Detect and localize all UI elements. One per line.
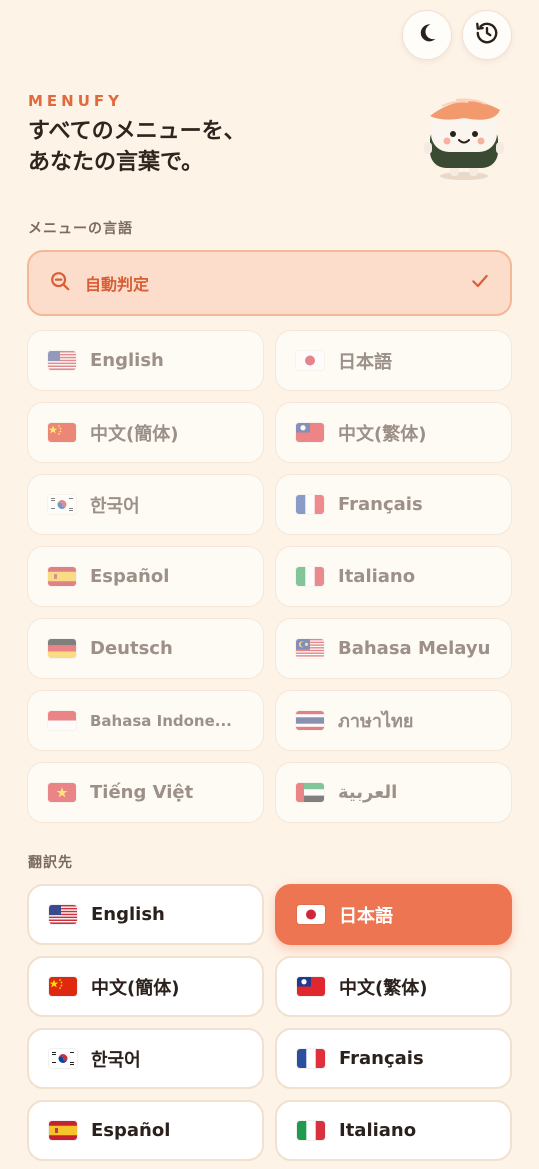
cn-flag-icon bbox=[48, 423, 76, 442]
language-label: Español bbox=[91, 1120, 171, 1141]
es-flag-icon bbox=[48, 567, 76, 586]
th-flag-icon bbox=[296, 711, 324, 730]
language-label: 日本語 bbox=[339, 905, 393, 927]
language-option-it[interactable]: Italiano bbox=[275, 546, 512, 607]
cn-flag-icon bbox=[49, 977, 77, 996]
language-option-jp[interactable]: 日本語 bbox=[275, 884, 512, 945]
headline-line-2: あなたの言葉で。 bbox=[28, 150, 204, 175]
search-icon bbox=[49, 270, 71, 296]
auto-detect-label: 自動判定 bbox=[85, 275, 150, 294]
language-label: Français bbox=[339, 1048, 424, 1069]
kr-flag-icon bbox=[49, 1049, 77, 1068]
language-option-es[interactable]: Español bbox=[27, 1100, 264, 1161]
history-button[interactable] bbox=[462, 10, 512, 60]
check-icon bbox=[470, 271, 490, 295]
language-label: Español bbox=[90, 566, 170, 587]
language-label: Français bbox=[338, 494, 423, 515]
language-label: Tiếng Việt bbox=[90, 782, 194, 803]
language-label: English bbox=[90, 350, 164, 371]
language-label: English bbox=[91, 904, 165, 925]
language-option-de[interactable]: Deutsch bbox=[27, 618, 264, 679]
language-label: Bahasa Indone... bbox=[90, 711, 232, 730]
language-option-ae[interactable]: العربية bbox=[275, 762, 512, 823]
language-label: 中文(繁体) bbox=[338, 423, 427, 445]
language-option-fr[interactable]: Français bbox=[275, 474, 512, 535]
sushi-mascot-image bbox=[416, 88, 512, 184]
language-label: العربية bbox=[338, 782, 398, 803]
brand-name: MENUFY bbox=[28, 92, 124, 110]
language-label: 한국어 bbox=[91, 1049, 141, 1071]
language-option-kr[interactable]: 한국어 bbox=[27, 1028, 264, 1089]
kr-flag-icon bbox=[48, 495, 76, 514]
language-label: Deutsch bbox=[90, 638, 173, 659]
jp-flag-icon bbox=[296, 351, 324, 370]
source-language-grid: English 日本語中文(簡体) 中文(繁体) 한국어 Français Español… bbox=[27, 330, 512, 823]
language-option-es[interactable]: Español bbox=[27, 546, 264, 607]
top-actions bbox=[402, 10, 512, 60]
it-flag-icon bbox=[297, 1121, 325, 1140]
language-option-th[interactable]: ภาษาไทย bbox=[275, 690, 512, 751]
my-flag-icon bbox=[296, 639, 324, 658]
language-option-jp[interactable]: 日本語 bbox=[275, 330, 512, 391]
us-flag-icon bbox=[48, 351, 76, 370]
language-option-it[interactable]: Italiano bbox=[275, 1100, 512, 1161]
language-option-fr[interactable]: Français bbox=[275, 1028, 512, 1089]
language-option-tw[interactable]: 中文(繁体) bbox=[275, 956, 512, 1017]
language-option-tw[interactable]: 中文(繁体) bbox=[275, 402, 512, 463]
language-label: 한국어 bbox=[90, 495, 140, 517]
language-option-kr[interactable]: 한국어 bbox=[27, 474, 264, 535]
moon-icon bbox=[415, 21, 439, 49]
language-option-my[interactable]: Bahasa Melayu bbox=[275, 618, 512, 679]
fr-flag-icon bbox=[297, 1049, 325, 1068]
de-flag-icon bbox=[48, 639, 76, 658]
language-label: Italiano bbox=[339, 1120, 417, 1141]
language-option-cn[interactable]: 中文(簡体) bbox=[27, 956, 264, 1017]
id-flag-icon bbox=[48, 711, 76, 730]
tw-flag-icon bbox=[296, 423, 324, 442]
headline: すべてのメニューを、 あなたの言葉で。 bbox=[28, 116, 246, 178]
source-language-heading: メニューの言語 bbox=[28, 221, 133, 237]
target-language-grid: English 日本語中文(簡体) 中文(繁体) 한국어 Français Español… bbox=[27, 884, 512, 1161]
language-label: 中文(繁体) bbox=[339, 977, 428, 999]
history-icon bbox=[474, 20, 500, 50]
es-flag-icon bbox=[49, 1121, 77, 1140]
theme-toggle-button[interactable] bbox=[402, 10, 452, 60]
ae-flag-icon bbox=[296, 783, 324, 802]
language-option-id[interactable]: Bahasa Indone... bbox=[27, 690, 264, 751]
tw-flag-icon bbox=[297, 977, 325, 996]
language-label: ภาษาไทย bbox=[338, 711, 414, 732]
language-label: 中文(簡体) bbox=[90, 423, 179, 445]
it-flag-icon bbox=[296, 567, 324, 586]
language-option-cn[interactable]: 中文(簡体) bbox=[27, 402, 264, 463]
language-option-us[interactable]: English bbox=[27, 330, 264, 391]
auto-detect-option[interactable]: 自動判定 bbox=[27, 250, 512, 316]
jp-flag-icon bbox=[297, 905, 325, 924]
language-label: 日本語 bbox=[338, 351, 392, 373]
language-label: Bahasa Melayu bbox=[338, 638, 491, 659]
language-label: Italiano bbox=[338, 566, 416, 587]
language-option-us[interactable]: English bbox=[27, 884, 264, 945]
headline-line-1: すべてのメニューを、 bbox=[28, 119, 246, 144]
language-label: 中文(簡体) bbox=[91, 977, 180, 999]
language-option-vn[interactable]: Tiếng Việt bbox=[27, 762, 264, 823]
vn-flag-icon bbox=[48, 783, 76, 802]
us-flag-icon bbox=[49, 905, 77, 924]
target-language-heading: 翻訳先 bbox=[28, 855, 73, 871]
fr-flag-icon bbox=[296, 495, 324, 514]
